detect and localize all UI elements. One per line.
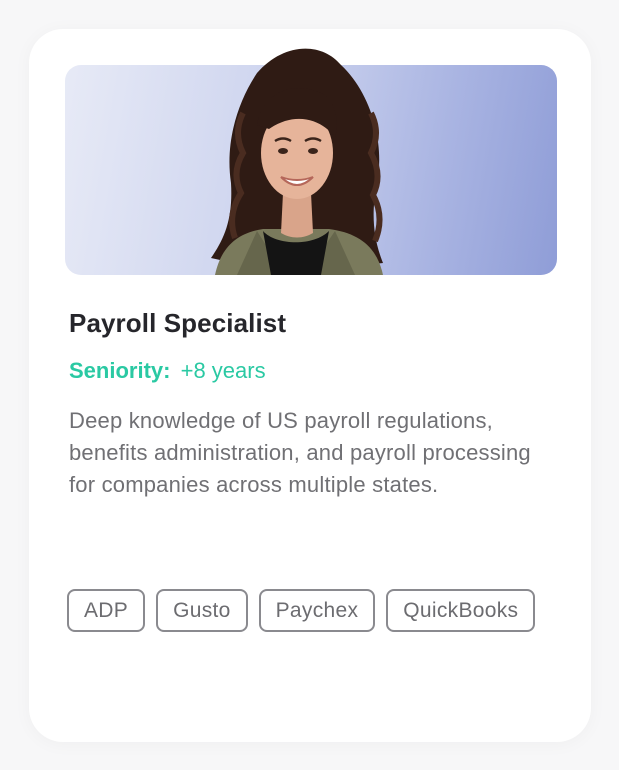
profile-photo [65,33,557,275]
job-title: Payroll Specialist [69,308,287,338]
tag-gusto: Gusto [156,589,248,632]
seniority-line: Seniority: +8 years [69,358,266,384]
tag-paychex: Paychex [258,589,376,632]
tag-quickbooks: QuickBooks [386,589,536,632]
portrait-illustration [211,48,383,275]
tag-adp: ADP [67,589,146,632]
seniority-label: Seniority: [69,358,171,383]
specialist-card: Payroll Specialist Seniority: +8 years D… [29,29,591,742]
job-description: Deep knowledge of US payroll regulations… [69,408,531,497]
seniority-value: +8 years [180,358,266,383]
skill-tags: ADP Gusto Paychex QuickBooks [67,589,537,632]
